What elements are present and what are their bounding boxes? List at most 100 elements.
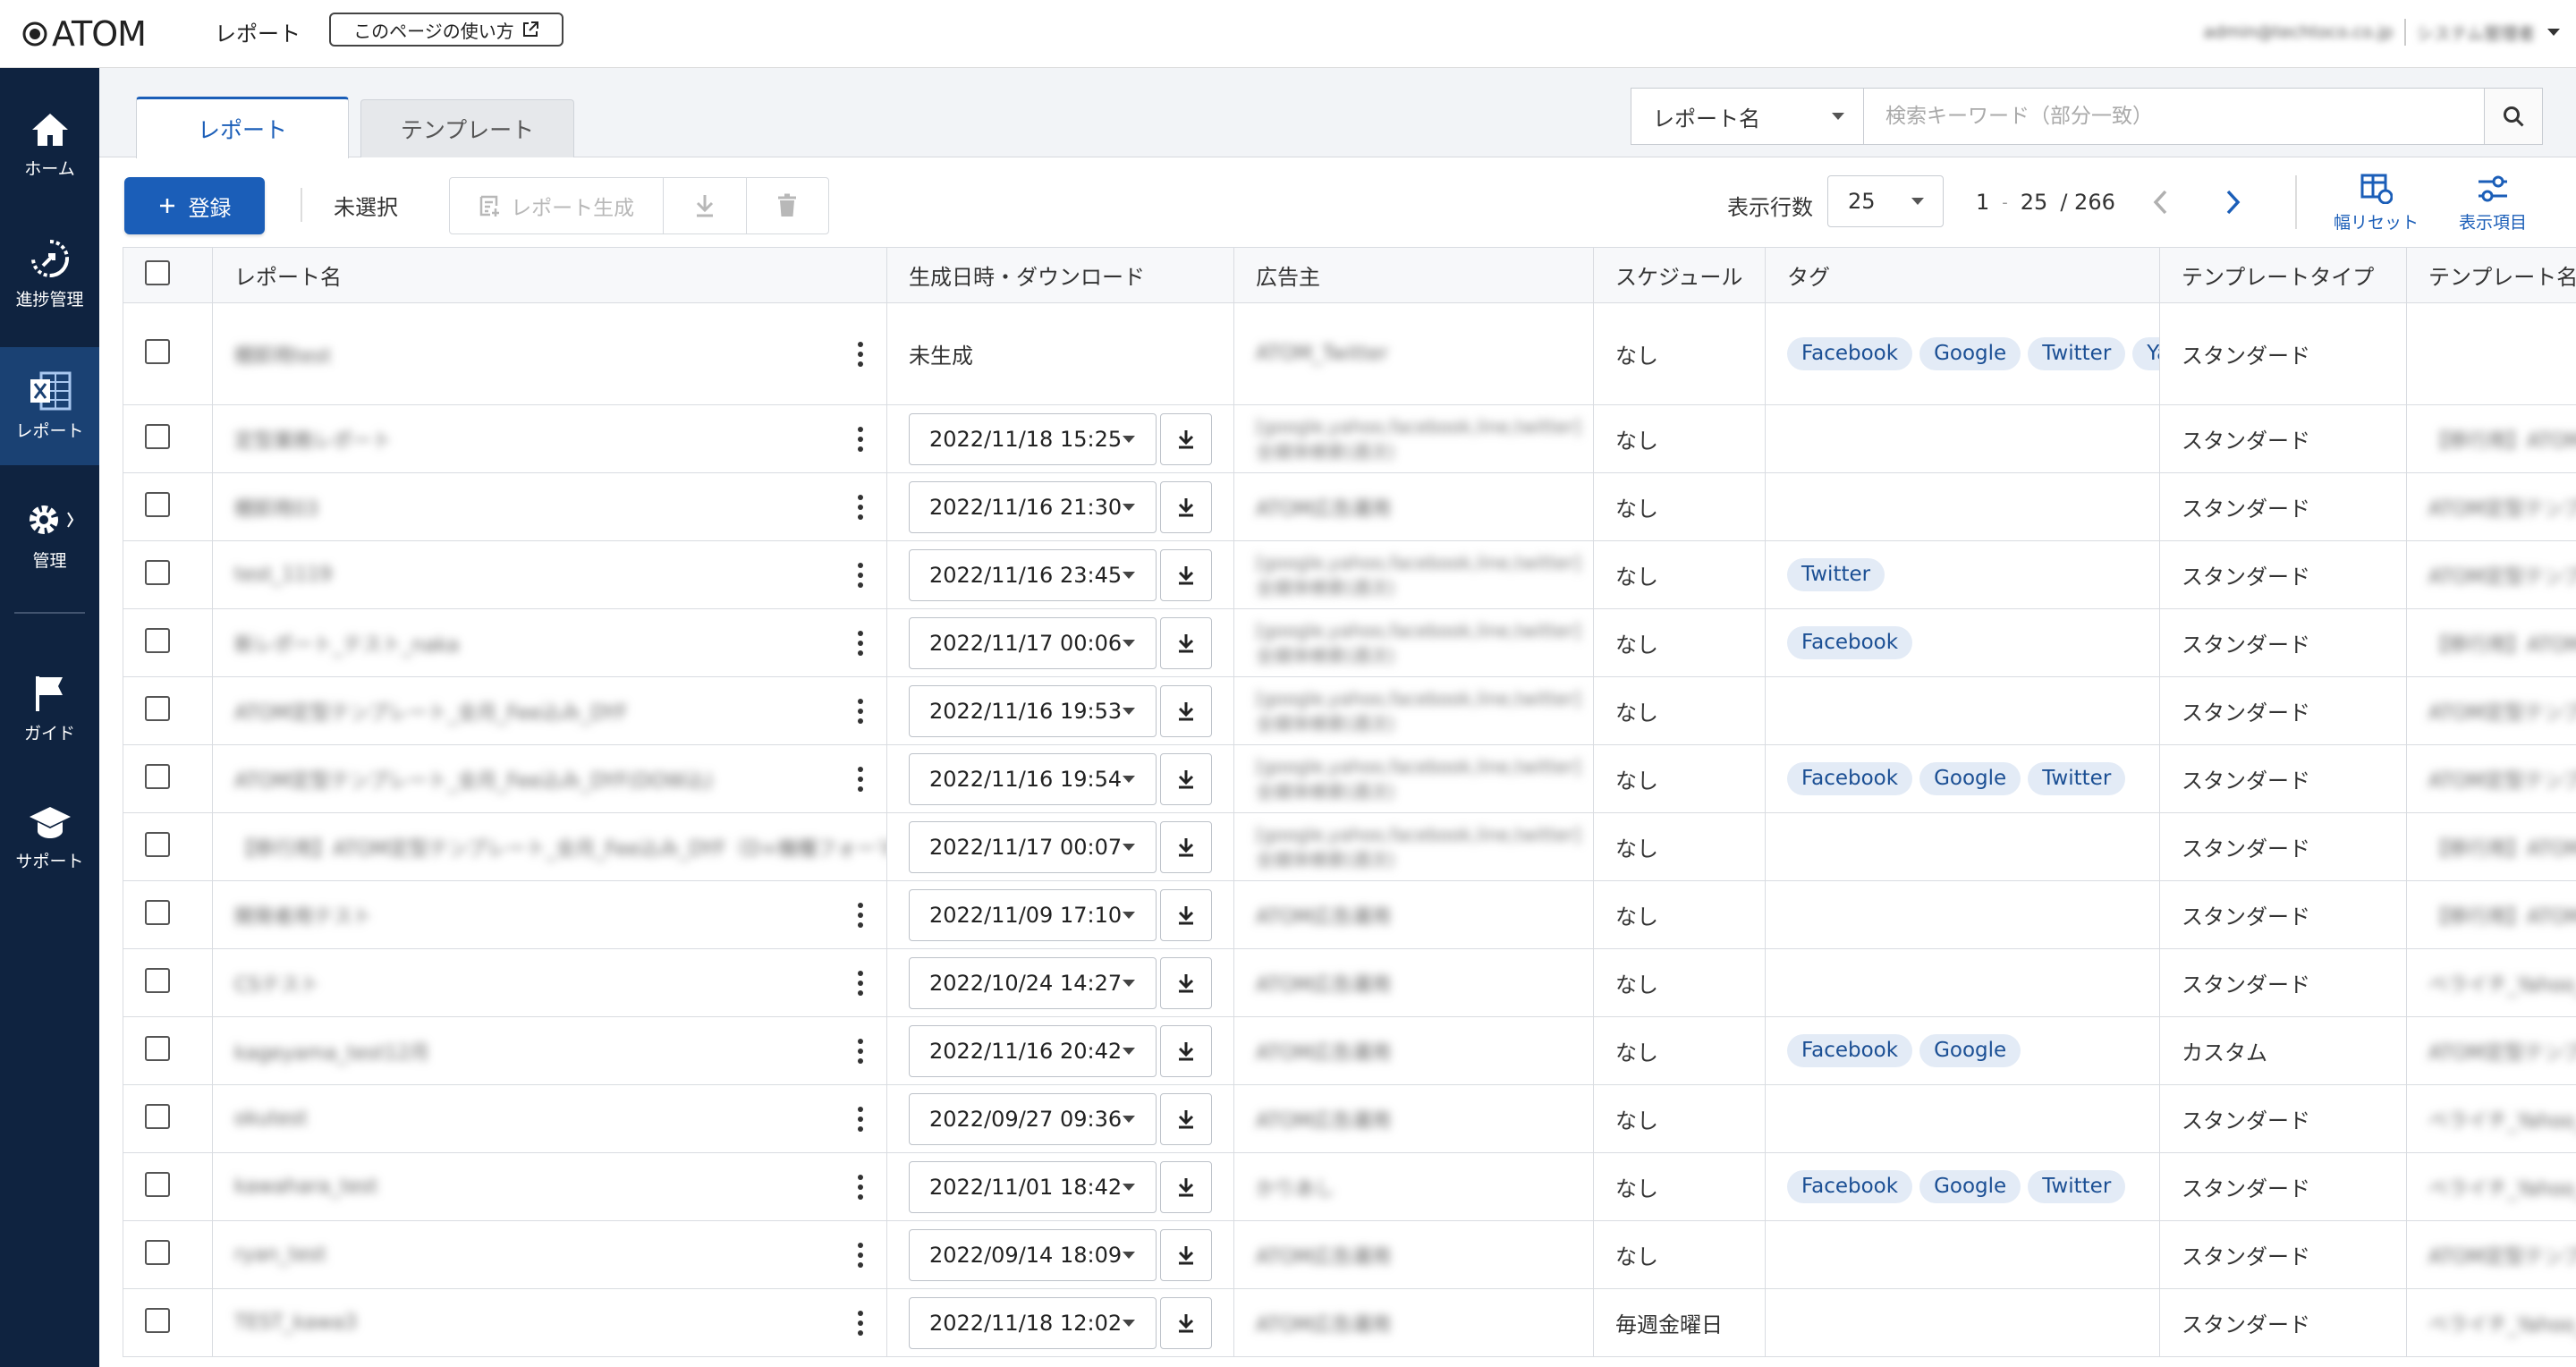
generated-date-select[interactable]: 2022/11/17 00:06: [909, 616, 1157, 669]
row-checkbox[interactable]: [145, 627, 170, 653]
atom-logo[interactable]: ATOM: [21, 11, 147, 57]
generated-date-select[interactable]: 2022/09/27 09:36: [909, 1092, 1157, 1145]
row-checkbox[interactable]: [145, 1103, 170, 1129]
table-row[interactable]: okutest 2022/09/27 09:36 ATOM広告運用 なし スタンダードベ…: [123, 1084, 2576, 1153]
report-name[interactable]: 開発者用テスト: [234, 901, 372, 930]
table-row[interactable]: CSテスト 2022/10/24 14:27 ATOM広告運用 なし スタンダード ベライ…: [123, 948, 2576, 1017]
row-checkbox[interactable]: [145, 559, 170, 585]
more-vert-icon[interactable]: [856, 562, 865, 588]
table-row[interactable]: ATOM定型テンプレート_全月_Fee込み_DYF 2022/11/16 19:5…: [123, 676, 2576, 745]
generated-date-select[interactable]: 2022/11/16 23:45: [909, 548, 1157, 601]
download-button[interactable]: [1160, 1296, 1212, 1349]
more-vert-icon[interactable]: [856, 902, 865, 928]
report-name[interactable]: ATOM定型テンプレート_全月_Fee込み_DYF: [234, 697, 628, 726]
table-row[interactable]: 新レポート_テスト_naka 2022/11/17 00:06 [google,ya…: [123, 608, 2576, 677]
user-menu[interactable]: admin@techtoco.co.jp システム管理者: [2203, 13, 2562, 52]
more-vert-icon[interactable]: [856, 630, 865, 656]
row-checkbox[interactable]: [145, 967, 170, 993]
more-vert-icon[interactable]: [856, 426, 865, 452]
report-name[interactable]: ATOM定型テンプレート_全月_Fee込み_DYF(DOW込): [234, 765, 713, 794]
more-vert-icon[interactable]: [856, 1106, 865, 1132]
prev-page-button[interactable]: [2148, 184, 2174, 224]
bulk-delete-button[interactable]: [747, 178, 828, 233]
generated-date-select[interactable]: 2022/09/14 18:09: [909, 1228, 1157, 1281]
page-help-button[interactable]: このページの使い方: [329, 13, 564, 47]
tab-template[interactable]: テンプレート: [360, 99, 574, 157]
more-vert-icon[interactable]: [856, 1242, 865, 1268]
row-checkbox[interactable]: [145, 695, 170, 721]
sidebar-item-guide[interactable]: ガイド: [0, 650, 99, 768]
tag-chip[interactable]: Yahoo!: [2132, 336, 2159, 371]
download-button[interactable]: [1160, 548, 1212, 601]
tag-chip[interactable]: Twitter: [2028, 336, 2126, 371]
download-button[interactable]: [1160, 956, 1212, 1009]
table-row[interactable]: 定型業務レポート 2022/11/18 15:25 [google,yahoo,fa…: [123, 404, 2576, 473]
table-row[interactable]: test_1119 2022/11/16 23:45 [google,yahoo,f…: [123, 540, 2576, 609]
table-row[interactable]: kawahara_test 2022/11/01 18:42 かりあし なし Faceb…: [123, 1152, 2576, 1221]
generated-date-select[interactable]: 2022/11/16 19:53: [909, 684, 1157, 737]
download-button[interactable]: [1160, 820, 1212, 873]
reset-width-button[interactable]: 幅リセット: [2334, 174, 2419, 233]
report-name[interactable]: 新レポート_テスト_naka: [234, 629, 459, 658]
column-header-schedule[interactable]: スケジュール: [1593, 247, 1766, 303]
generated-date-select[interactable]: 2022/11/17 00:07: [909, 820, 1157, 873]
tag-chip[interactable]: Twitter: [1787, 557, 1885, 592]
download-button[interactable]: [1160, 1092, 1212, 1145]
report-name[interactable]: CSテスト: [234, 969, 319, 998]
generated-date-select[interactable]: 2022/10/24 14:27: [909, 956, 1157, 1009]
report-name[interactable]: 棚卸用test: [234, 340, 331, 369]
table-row[interactable]: TEST_kawa3 2022/11/18 12:02 ATOM広告運用 毎週金曜日 ス…: [123, 1288, 2576, 1357]
report-name[interactable]: test_1119: [234, 564, 332, 586]
tag-chip[interactable]: Twitter: [2028, 761, 2126, 796]
report-name[interactable]: 棚卸用03: [234, 493, 318, 522]
row-checkbox[interactable]: [145, 423, 170, 449]
generated-date-select[interactable]: 2022/11/01 18:42: [909, 1160, 1157, 1213]
tag-chip[interactable]: Google: [1919, 336, 2021, 371]
tag-chip[interactable]: Facebook: [1787, 625, 1913, 660]
generate-report-button[interactable]: レポート生成: [450, 178, 665, 233]
row-checkbox[interactable]: [145, 338, 170, 364]
table-row[interactable]: ATOM定型テンプレート_全月_Fee込み_DYF(DOW込) 2022/11/1…: [123, 744, 2576, 813]
sidebar-item-admin[interactable]: 管理: [0, 476, 99, 594]
row-checkbox[interactable]: [145, 899, 170, 925]
more-vert-icon[interactable]: [856, 1038, 865, 1064]
sidebar-item-report[interactable]: レポート: [0, 347, 99, 465]
download-button[interactable]: [1160, 1024, 1212, 1077]
generated-date-select[interactable]: 2022/11/16 20:42: [909, 1024, 1157, 1077]
tag-chip[interactable]: Facebook: [1787, 1169, 1913, 1204]
tag-chip[interactable]: Google: [1919, 761, 2021, 796]
more-vert-icon[interactable]: [856, 494, 865, 520]
row-checkbox[interactable]: [145, 1239, 170, 1265]
tag-chip[interactable]: Google: [1919, 1033, 2021, 1068]
column-header-template-name[interactable]: テンプレート名: [2406, 247, 2576, 303]
more-vert-icon[interactable]: [856, 341, 865, 367]
sidebar-item-progress[interactable]: 進捗管理: [0, 215, 99, 333]
table-row[interactable]: kageyama_test12月 2022/11/16 20:42 ATOM広告運用…: [123, 1016, 2576, 1085]
table-row[interactable]: 【移行用】ATOM定型テンプレート_全月_Fee込み_DYF（D+機種フォーマッ…: [123, 812, 2576, 881]
report-name[interactable]: 定型業務レポート: [234, 425, 392, 454]
sidebar-item-support[interactable]: サポート: [0, 778, 99, 896]
sidebar-item-home[interactable]: ホーム: [0, 86, 99, 204]
table-row[interactable]: 棚卸用03 2022/11/16 21:30 ATOM広告運用 なし スタンダード ATO…: [123, 472, 2576, 541]
column-header-advertiser[interactable]: 広告主: [1233, 247, 1594, 303]
table-row[interactable]: 開発者用テスト 2022/11/09 17:10 ATOM広告運用 なし スタンダード【…: [123, 880, 2576, 949]
download-button[interactable]: [1160, 888, 1212, 941]
more-vert-icon[interactable]: [856, 698, 865, 724]
more-vert-icon[interactable]: [856, 766, 865, 792]
download-button[interactable]: [1160, 752, 1212, 805]
row-checkbox[interactable]: [145, 1307, 170, 1333]
table-row[interactable]: ryan_test 2022/09/14 18:09 ATOM広告運用 なし スタンダー…: [123, 1220, 2576, 1289]
column-settings-button[interactable]: 表示項目: [2459, 174, 2527, 233]
tag-chip[interactable]: Twitter: [2028, 1169, 2126, 1204]
table-row[interactable]: 棚卸用test 未生成 ATOM_Twitter なし Facebook Google Tw…: [123, 302, 2576, 405]
report-name[interactable]: 【移行用】ATOM定型テンプレート_全月_Fee込み_DYF（D+機種フォーマッ…: [234, 833, 886, 862]
tag-chip[interactable]: Google: [1919, 1169, 2021, 1204]
more-vert-icon[interactable]: [856, 1174, 865, 1200]
search-field-select[interactable]: レポート名: [1631, 89, 1864, 144]
download-button[interactable]: [1160, 1160, 1212, 1213]
report-name[interactable]: TEST_kawa3: [234, 1312, 357, 1334]
generated-date-select[interactable]: 2022/11/18 12:02: [909, 1296, 1157, 1349]
tag-chip[interactable]: Facebook: [1787, 336, 1913, 371]
row-checkbox[interactable]: [145, 491, 170, 517]
select-all-checkbox[interactable]: [145, 259, 170, 285]
